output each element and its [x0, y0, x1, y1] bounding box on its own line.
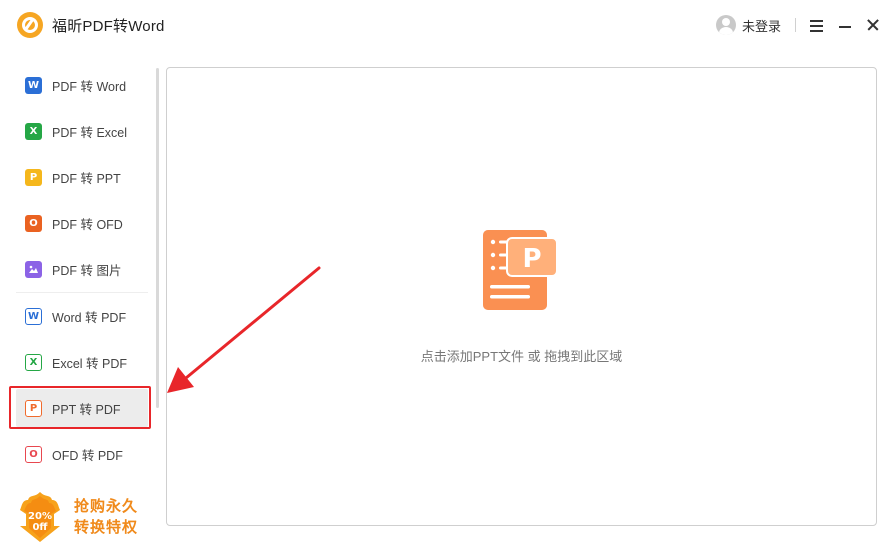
- sidebar: W PDF 转 Word X PDF 转 Excel P PDF 转 PPT O PDF 转 …: [0, 52, 160, 555]
- menu-icon[interactable]: [809, 17, 825, 33]
- title-bar: 福昕PDF转Word 未登录: [0, 0, 895, 52]
- sidebar-item-2[interactable]: P PDF 转 PPT: [16, 158, 148, 196]
- sidebar-item-label: PDF 转 Word: [52, 79, 127, 94]
- image-icon: [25, 260, 42, 278]
- nav-divider: [16, 292, 148, 293]
- sidebar-item-label: OFD 转 PDF: [52, 448, 123, 463]
- badge-off: 0ff: [32, 522, 48, 533]
- ppt-glyph: P: [522, 244, 541, 274]
- app-title: 福昕PDF转Word: [52, 18, 165, 35]
- sidebar-item-label: PPT 转 PDF: [52, 402, 121, 417]
- discount-badge-icon: 20% 0ff: [20, 492, 60, 542]
- sidebar-item-7[interactable]: P PPT 转 PDF: [16, 389, 148, 427]
- sidebar-item-4[interactable]: PDF 转 图片: [16, 250, 148, 288]
- sidebar-item-label: PDF 转 OFD: [52, 217, 123, 232]
- promo-text: 抢购永久 转换特权: [74, 496, 138, 538]
- titlebar-divider: [795, 18, 796, 32]
- sidebar-scrollbar[interactable]: [156, 68, 159, 408]
- sidebar-item-0[interactable]: W PDF 转 Word: [16, 66, 148, 104]
- excel-icon: X: [25, 122, 42, 140]
- sidebar-item-label: Excel 转 PDF: [52, 356, 128, 371]
- ppt-doc-icon: P: [25, 399, 42, 417]
- user-avatar-icon: [716, 15, 736, 35]
- promo-banner[interactable]: 20% 0ff 抢购永久 转换特权: [16, 490, 156, 544]
- close-icon[interactable]: [865, 17, 881, 33]
- login-label: 未登录: [742, 18, 782, 34]
- sidebar-item-label: PDF 转 PPT: [52, 171, 121, 186]
- ofd-icon: O: [25, 214, 42, 232]
- promo-line1: 抢购永久: [74, 498, 139, 515]
- ppt-icon: P: [25, 168, 42, 186]
- file-drop-zone[interactable]: P 点击添加PPT文件 或 拖拽到此区域: [166, 67, 877, 526]
- promo-line2: 转换特权: [74, 519, 139, 536]
- minimize-icon[interactable]: [837, 17, 853, 33]
- badge-percent: 20%: [28, 511, 52, 522]
- excel-doc-icon: X: [25, 353, 42, 371]
- ofd-doc-icon: O: [25, 445, 42, 463]
- sidebar-item-label: PDF 转 Excel: [52, 125, 128, 140]
- sidebar-item-1[interactable]: X PDF 转 Excel: [16, 112, 148, 150]
- sidebar-item-5[interactable]: W Word 转 PDF: [16, 297, 148, 335]
- login-button[interactable]: 未登录: [716, 15, 781, 35]
- ppt-file-icon: P: [483, 230, 558, 310]
- sidebar-item-label: PDF 转 图片: [52, 263, 122, 278]
- word-icon: W: [25, 76, 42, 94]
- sidebar-item-6[interactable]: X Excel 转 PDF: [16, 343, 148, 381]
- app-logo-icon: [17, 12, 43, 38]
- drop-hint: 点击添加PPT文件 或 拖拽到此区域: [420, 349, 623, 364]
- sidebar-item-8[interactable]: O OFD 转 PDF: [16, 435, 148, 473]
- word-doc-icon: W: [25, 307, 42, 325]
- sidebar-item-label: Word 转 PDF: [52, 310, 127, 325]
- sidebar-item-3[interactable]: O PDF 转 OFD: [16, 204, 148, 242]
